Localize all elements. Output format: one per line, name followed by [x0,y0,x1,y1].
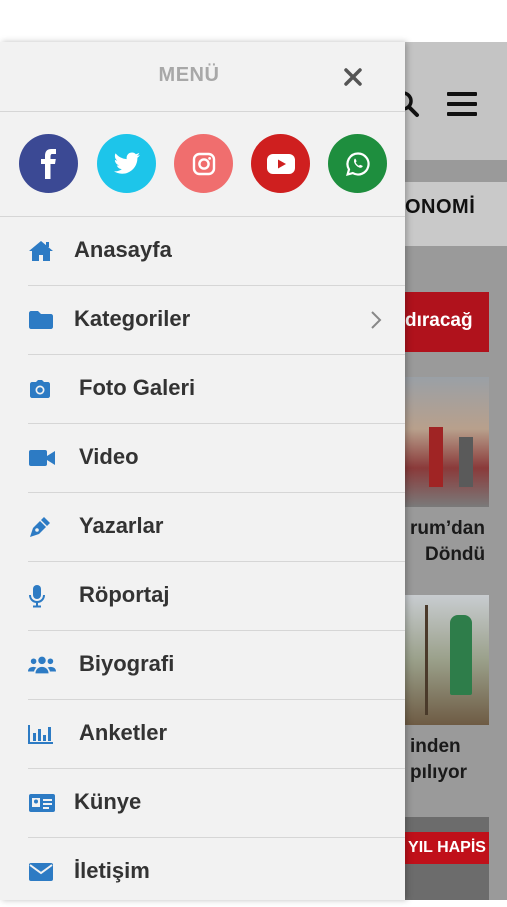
news-thumbnail[interactable] [405,377,489,507]
thumbnail-label: YIL HAPİS [405,832,489,864]
pen-icon [28,515,56,539]
microphone-icon [28,584,56,608]
menu-item-yazarlar[interactable]: Yazarlar [28,493,405,562]
photo-figure [450,615,472,695]
menu-label: Röportaj [79,582,170,607]
menu-item-video[interactable]: Video [28,424,405,493]
menu-item-foto-galeri[interactable]: Foto Galeri [28,355,405,424]
menu-label: Künye [74,789,142,814]
menu-item-anketler[interactable]: Anketler [28,700,405,769]
envelope-icon [28,860,56,884]
folder-icon [28,308,56,332]
photo-figure [429,427,443,487]
menu-item-biyografi[interactable]: Biyografi [28,631,405,700]
chart-icon [28,722,56,746]
status-bar [0,0,507,42]
users-icon [28,653,56,677]
hamburger-menu-icon[interactable] [447,92,477,116]
menu-label: Kategoriler [74,306,191,331]
chevron-right-icon [369,310,383,330]
photo-figure [459,437,473,487]
youtube-icon[interactable] [251,134,310,193]
instagram-icon[interactable] [174,134,233,193]
menu-item-kunye[interactable]: Künye [28,769,405,838]
news-headline[interactable]: pılıyor [410,762,467,784]
menu-item-kategoriler[interactable]: Kategoriler [28,286,405,355]
news-thumbnail[interactable]: YIL HAPİS [405,817,489,900]
side-menu-drawer: MENÜ Anasayfa Kategoriler Foto Galeri Vi… [0,42,405,900]
video-icon [28,446,56,470]
menu-label: Foto Galeri [79,375,196,400]
id-card-icon [28,791,56,815]
twitter-icon[interactable] [97,134,156,193]
drawer-header: MENÜ [0,42,405,112]
banner-text: dıracağ [405,310,473,331]
menu-label: İletişim [74,858,150,883]
menu-item-anasayfa[interactable]: Anasayfa [28,217,405,286]
news-banner[interactable]: dıracağ [405,292,489,352]
home-icon [28,239,56,263]
photo-tree [425,605,428,715]
close-icon[interactable] [339,63,367,91]
news-headline[interactable]: Döndü [425,544,485,566]
drawer-title: MENÜ [158,64,220,86]
news-thumbnail[interactable] [405,595,489,725]
category-tab-ekonomi[interactable]: ONOMİ [405,196,475,219]
news-headline[interactable]: rum’dan [410,518,485,540]
camera-icon [28,377,56,401]
menu-label: Yazarlar [79,513,164,538]
whatsapp-icon[interactable] [328,134,387,193]
menu-label: Video [79,444,139,469]
menu-item-roportaj[interactable]: Röportaj [28,562,405,631]
news-headline[interactable]: inden [410,736,461,758]
menu-label: Anasayfa [74,237,172,262]
menu-label: Biyografi [79,651,175,676]
social-links [0,112,405,217]
facebook-icon[interactable] [19,134,78,193]
menu-list: Anasayfa Kategoriler Foto Galeri Video Y… [0,217,405,907]
menu-item-iletisim[interactable]: İletişim [28,838,405,907]
menu-label: Anketler [79,720,168,745]
